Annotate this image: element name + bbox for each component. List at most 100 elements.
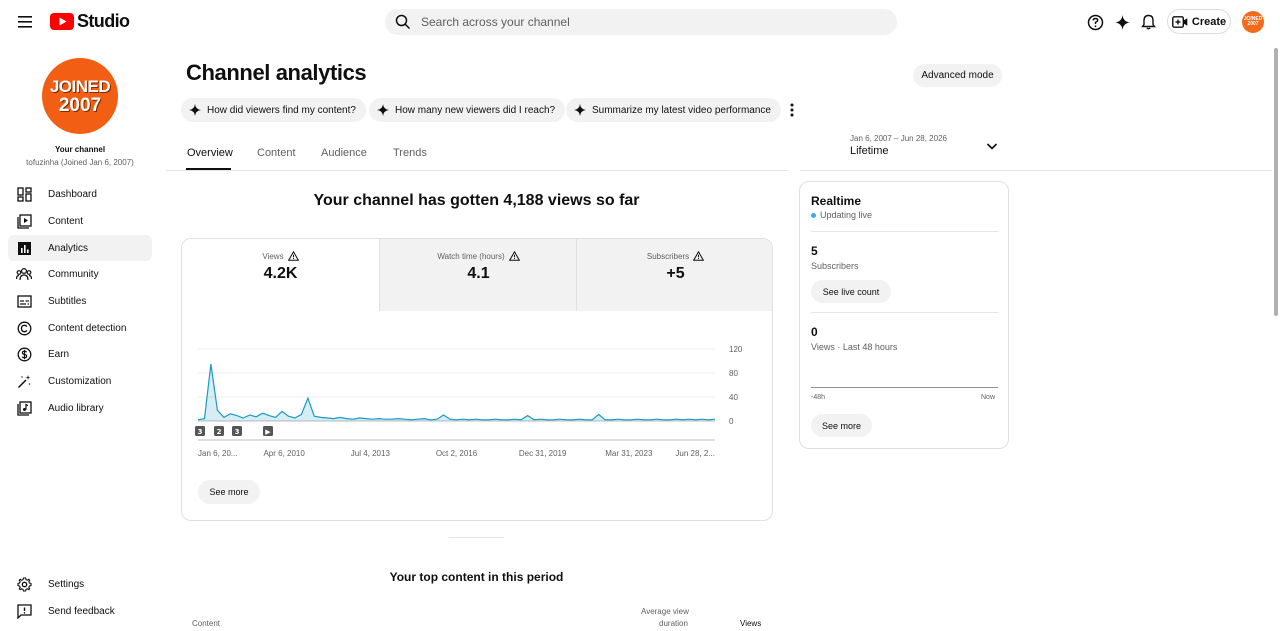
studio-logo[interactable]: Studio bbox=[50, 11, 130, 32]
sidebar-item-community[interactable]: Community bbox=[8, 261, 152, 287]
ask-chip-viewers-find[interactable]: How did viewers find my content? bbox=[181, 98, 366, 122]
tabs-divider bbox=[166, 170, 788, 171]
create-label: Create bbox=[1191, 15, 1227, 28]
sidebar-item-dashboard[interactable]: Dashboard bbox=[8, 181, 152, 207]
metric-label: Views bbox=[262, 251, 284, 261]
realtime-title: Realtime bbox=[811, 194, 862, 208]
live-dot-icon bbox=[811, 212, 816, 218]
sidebar-item-earn[interactable]: Earn bbox=[8, 341, 152, 367]
warning-icon bbox=[287, 251, 299, 261]
realtime-subscribers-value: 5 bbox=[811, 244, 818, 258]
realtime-axis-start: -48h bbox=[811, 394, 826, 401]
logo-text: Studio bbox=[77, 11, 130, 31]
metric-label: Subscribers bbox=[646, 251, 690, 261]
views-headline: Your channel has gotten 4,188 views so f… bbox=[313, 192, 640, 209]
page-title: Channel analytics bbox=[186, 60, 367, 85]
tab-overview[interactable]: Overview bbox=[187, 147, 233, 159]
sidebar-item-label: Community bbox=[48, 268, 99, 280]
top-content-title: Your top content in this period bbox=[389, 570, 564, 584]
metric-value: 4.1 bbox=[467, 265, 490, 282]
tab-audience[interactable]: Audience bbox=[321, 147, 367, 159]
x-tick-label: Apr 6, 2010 bbox=[263, 449, 305, 458]
sidebar-item-customization[interactable]: Customization bbox=[8, 368, 152, 394]
chip-label: How many new viewers did I reach? bbox=[395, 104, 556, 116]
sidebar-item-subtitles[interactable]: Subtitles bbox=[8, 288, 152, 314]
channel-avatar[interactable]: JOINED 2007 bbox=[42, 58, 118, 134]
see-more-button[interactable]: See more bbox=[198, 480, 260, 504]
dollar-icon bbox=[16, 346, 32, 362]
column-header-avg-duration-line2[interactable]: duration bbox=[659, 619, 688, 628]
search-icon bbox=[395, 14, 411, 30]
subtitles-icon bbox=[16, 293, 32, 309]
your-channel-label: Your channel bbox=[54, 145, 106, 154]
realtime-subscribers-label: Subscribers bbox=[811, 261, 859, 271]
bell-icon[interactable] bbox=[1137, 11, 1159, 33]
sidebar-item-content-detection[interactable]: Content detection bbox=[8, 315, 152, 341]
column-header-content[interactable]: Content bbox=[192, 619, 220, 628]
realtime-card: Realtime Updating live 5 Subscribers See… bbox=[799, 181, 1009, 449]
create-button[interactable]: Create bbox=[1167, 9, 1231, 34]
sparkle-icon bbox=[574, 104, 586, 116]
sparkle-icon[interactable] bbox=[1111, 11, 1133, 33]
metric-tab-subscribers[interactable]: Subscribers +5 bbox=[577, 239, 772, 311]
ask-chip-new-viewers[interactable]: How many new viewers did I reach? bbox=[369, 98, 566, 122]
realtime-views-label: Views · Last 48 hours bbox=[811, 342, 898, 352]
realtime-divider bbox=[811, 231, 998, 232]
timeline-marker-label: 3 bbox=[235, 428, 240, 436]
sidebar-item-audio-library[interactable]: Audio library bbox=[8, 395, 152, 421]
column-header-views[interactable]: Views bbox=[740, 619, 761, 628]
metric-tab-views[interactable]: Views 4.2K bbox=[182, 239, 379, 311]
see-live-count-button[interactable]: See live count bbox=[811, 280, 891, 303]
advanced-mode-button[interactable]: Advanced mode bbox=[913, 64, 1002, 87]
column-header-avg-duration-line1[interactable]: Average view bbox=[641, 607, 689, 616]
chip-label: Summarize my latest video performance bbox=[592, 104, 771, 116]
sidebar-item-content[interactable]: Content bbox=[8, 208, 152, 234]
account-avatar[interactable]: JOINED 2007 bbox=[1242, 11, 1264, 33]
ask-chip-summarize[interactable]: Summarize my latest video performance bbox=[566, 98, 781, 122]
sidebar-item-send-feedback[interactable]: Send feedback bbox=[8, 598, 152, 624]
sidebar-item-label: Earn bbox=[48, 348, 70, 360]
metric-tab-watch-time[interactable]: Watch time (hours) 4.1 bbox=[380, 239, 577, 311]
tab-trends[interactable]: Trends bbox=[393, 147, 427, 159]
avatar-line-1: JOINED bbox=[49, 76, 111, 96]
sidebar-item-label: Content detection bbox=[48, 322, 127, 334]
copyright-icon bbox=[16, 320, 32, 336]
x-tick-label: Mar 31, 2023 bbox=[605, 449, 653, 458]
avatar-line-2: 2007 bbox=[58, 94, 102, 116]
create-video-icon bbox=[1171, 15, 1188, 28]
tab-content[interactable]: Content bbox=[257, 147, 296, 159]
realtime-views-value: 0 bbox=[811, 325, 818, 339]
analytics-icon bbox=[16, 240, 32, 256]
sidebar-item-label: Settings bbox=[48, 578, 85, 590]
realtime-status: Updating live bbox=[811, 210, 872, 220]
sidebar-item-analytics[interactable]: Analytics bbox=[8, 235, 152, 261]
sidebar-item-settings[interactable]: Settings bbox=[8, 571, 152, 597]
search-input[interactable] bbox=[421, 15, 861, 29]
realtime-see-more-button[interactable]: See more bbox=[811, 414, 872, 437]
y-tick-label: 0 bbox=[729, 417, 734, 426]
sidebar-item-label: Subtitles bbox=[48, 295, 87, 307]
more-options-icon[interactable] bbox=[786, 101, 798, 119]
search-bar[interactable] bbox=[385, 9, 897, 35]
x-tick-label: Jun 28, 2... bbox=[675, 449, 715, 458]
community-icon bbox=[16, 266, 32, 282]
sidebar: JOINED 2007 Your channel tofuzinha (Join… bbox=[0, 44, 160, 631]
views-chart[interactable]: 0 40 80 120 3 2 3 ▶ Jan 6, 20... Apr 6, 2010 Jul 4… bbox=[182, 334, 772, 464]
menu-icon[interactable] bbox=[14, 10, 38, 34]
date-range[interactable]: Jan 6, 2007 – Jun 28, 2026 bbox=[850, 134, 947, 143]
timeline-marker-label: 2 bbox=[217, 428, 222, 436]
realtime-divider bbox=[811, 312, 998, 313]
feedback-icon bbox=[16, 603, 32, 619]
sidebar-item-label: Content bbox=[48, 215, 84, 227]
scrollbar-thumb[interactable] bbox=[1274, 48, 1278, 316]
sidebar-item-label: Analytics bbox=[48, 242, 89, 254]
metrics-card: Views 4.2K Watch time (hours) 4.1 Subscr… bbox=[181, 238, 773, 521]
warning-icon bbox=[508, 251, 520, 261]
channel-name: tofuzinha (Joined Jan 6, 2007) bbox=[26, 158, 134, 167]
sparkle-icon bbox=[377, 104, 389, 116]
date-label[interactable]: Lifetime bbox=[850, 145, 889, 157]
help-icon[interactable] bbox=[1084, 11, 1106, 33]
chevron-down-icon[interactable] bbox=[985, 139, 999, 153]
x-tick-label: Jul 4, 2013 bbox=[351, 449, 391, 458]
chip-label: How did viewers find my content? bbox=[207, 104, 356, 116]
